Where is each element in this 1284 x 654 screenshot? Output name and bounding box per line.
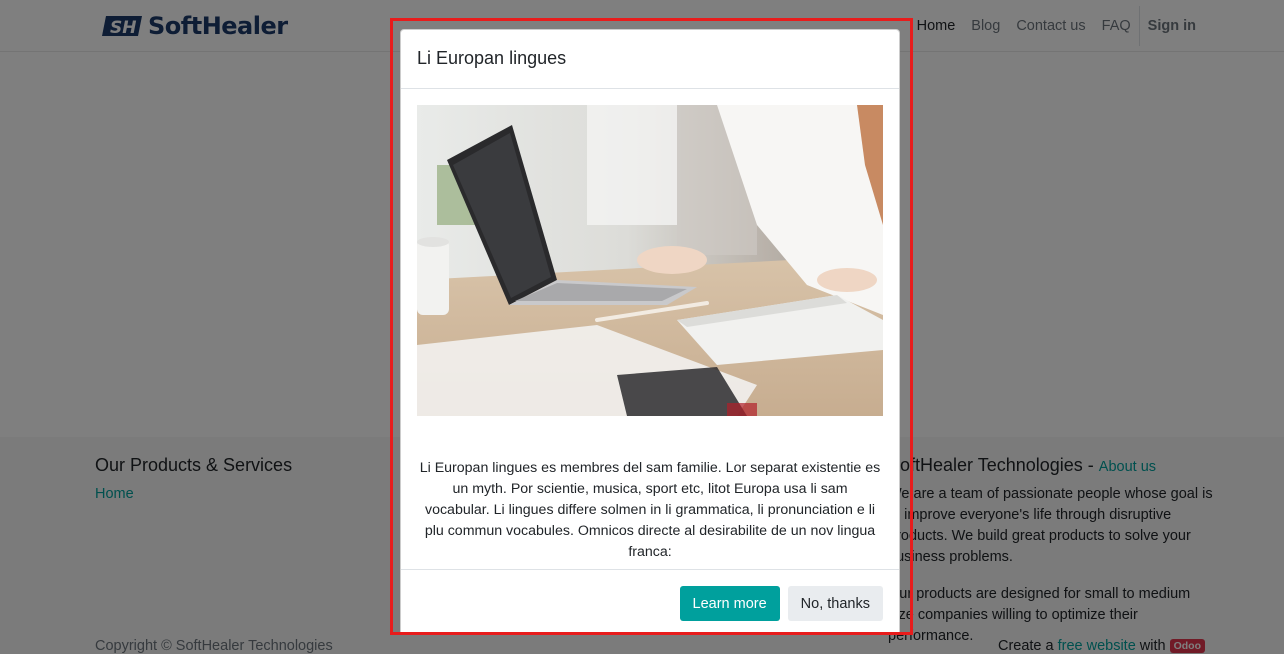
selection-highlight-box: [390, 18, 913, 635]
